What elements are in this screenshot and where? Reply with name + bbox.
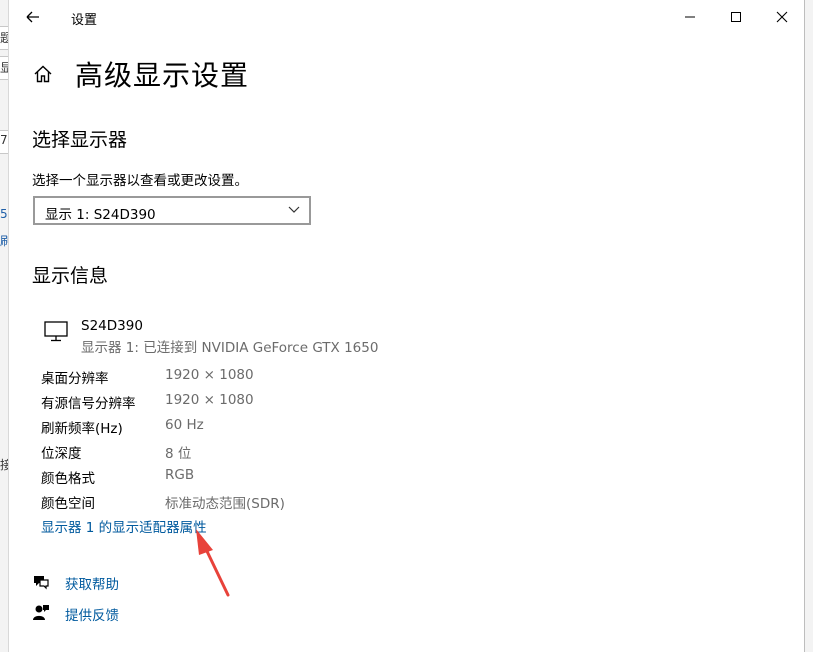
background-text: 接 xyxy=(0,458,8,472)
info-label: 有源信号分辨率 xyxy=(41,396,136,412)
close-button[interactable] xyxy=(759,0,805,34)
monitor-connection: 显示器 1: 已连接到 NVIDIA GeForce GTX 1650 xyxy=(81,340,379,356)
get-help-label: 获取帮助 xyxy=(65,577,119,593)
back-button[interactable] xyxy=(21,6,45,28)
maximize-icon xyxy=(731,12,741,22)
minimize-button[interactable] xyxy=(667,0,713,34)
info-row: 颜色空间 标准动态范围(SDR) xyxy=(41,492,441,512)
info-row: 位深度 8 位 xyxy=(41,442,441,462)
info-value: 60 Hz xyxy=(165,417,204,433)
give-feedback-label: 提供反馈 xyxy=(65,608,119,624)
background-text: 刷 xyxy=(0,234,8,248)
title-bar: 设置 xyxy=(9,0,804,34)
info-label: 位深度 xyxy=(41,446,82,462)
info-row: 颜色格式 RGB xyxy=(41,467,441,487)
info-label: 颜色格式 xyxy=(41,471,95,487)
close-icon xyxy=(776,11,788,23)
back-arrow-icon xyxy=(26,11,39,23)
select-display-heading: 选择显示器 xyxy=(32,129,128,151)
chevron-down-icon xyxy=(288,206,300,213)
home-icon xyxy=(34,65,52,83)
info-label: 桌面分辨率 xyxy=(41,371,109,387)
window-title: 设置 xyxy=(71,13,98,28)
info-row: 刷新频率(Hz) 60 Hz xyxy=(41,417,441,437)
minimize-icon xyxy=(685,16,695,18)
display-select[interactable]: 显示 1: S24D390 xyxy=(33,196,311,225)
background-text: 显 xyxy=(0,61,8,75)
settings-window: 设置 高级显示设置 选择显示器 选择一个显示器以查看或更改设置。 显示 1: S… xyxy=(8,0,805,652)
display-adapter-properties-link[interactable]: 显示器 1 的显示适配器属性 xyxy=(41,516,207,536)
select-display-description: 选择一个显示器以查看或更改设置。 xyxy=(32,173,248,189)
info-row: 有源信号分辨率 1920 × 1080 xyxy=(41,392,441,412)
info-row: 桌面分辨率 1920 × 1080 xyxy=(41,367,441,387)
display-info-heading: 显示信息 xyxy=(32,265,109,287)
feedback-person-icon xyxy=(33,605,49,620)
background-text: 题 xyxy=(0,31,8,45)
info-value: 1920 × 1080 xyxy=(165,392,254,408)
info-value: 标准动态范围(SDR) xyxy=(165,496,285,512)
page-title: 高级显示设置 xyxy=(75,59,250,92)
home-button[interactable] xyxy=(33,64,53,84)
monitor-icon xyxy=(44,321,68,342)
chat-help-icon xyxy=(34,576,49,590)
background-text: 5 xyxy=(0,207,8,221)
info-value: 8 位 xyxy=(165,446,192,462)
info-label: 颜色空间 xyxy=(41,496,95,512)
monitor-name: S24D390 xyxy=(81,318,143,334)
info-label: 刷新频率(Hz) xyxy=(41,421,123,437)
maximize-button[interactable] xyxy=(713,0,759,34)
info-value: 1920 × 1080 xyxy=(165,367,254,383)
display-select-value: 显示 1: S24D390 xyxy=(45,207,156,223)
info-value: RGB xyxy=(165,467,195,483)
background-text: 7 xyxy=(0,133,8,147)
